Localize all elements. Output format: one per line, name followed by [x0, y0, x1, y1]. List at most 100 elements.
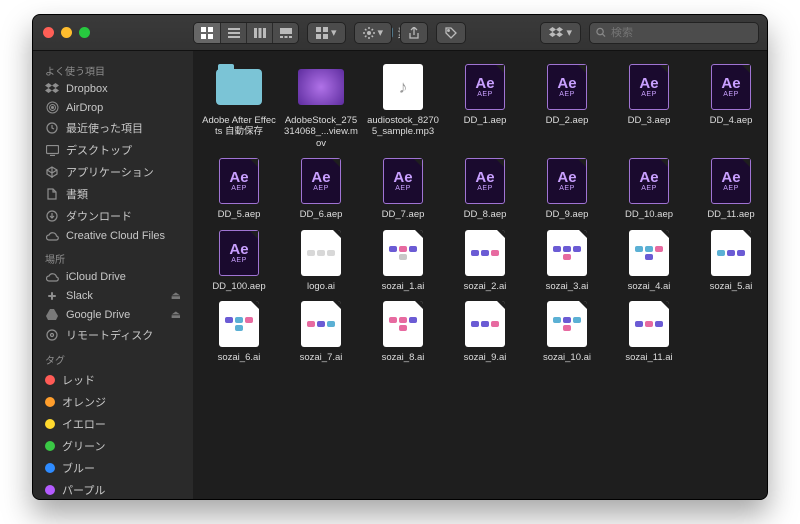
file-item[interactable]: logo.ai	[281, 227, 361, 294]
file-item[interactable]: sozai_7.ai	[281, 298, 361, 365]
file-item[interactable]: sozai_10.ai	[527, 298, 607, 365]
cc-icon	[45, 231, 59, 241]
file-item[interactable]: sozai_1.ai	[363, 227, 443, 294]
sidebar-item-label: Creative Cloud Files	[66, 230, 165, 242]
action-button[interactable]: ▾	[354, 22, 393, 44]
file-item[interactable]: AeAEPDD_5.aep	[199, 155, 279, 222]
group-by-button[interactable]: ▾	[307, 22, 346, 44]
file-item[interactable]: sozai_3.ai	[527, 227, 607, 294]
file-name: sozai_1.ai	[365, 281, 441, 292]
titlebar[interactable]: 素材 ▾ ▾ ▾	[33, 15, 767, 51]
file-item[interactable]: AeAEPDD_8.aep	[445, 155, 525, 222]
tag-item[interactable]: オレンジ	[33, 391, 193, 413]
ai-file-icon	[383, 301, 423, 347]
sidebar-item-label: リモートディスク	[66, 327, 153, 343]
file-name: DD_7.aep	[365, 209, 441, 220]
share-button[interactable]	[400, 22, 428, 44]
file-item[interactable]: AeAEPDD_7.aep	[363, 155, 443, 222]
eject-icon[interactable]: ⏏	[171, 308, 181, 321]
sidebar-item-label: ダウンロード	[66, 208, 132, 224]
file-item[interactable]: sozai_2.ai	[445, 227, 525, 294]
file-browser[interactable]: Adobe After Effects 自動保存AdobeStock_27531…	[193, 51, 767, 499]
ai-file-icon	[301, 230, 341, 276]
file-item[interactable]: AdobeStock_275314068_...view.mov	[281, 61, 361, 151]
aep-file-icon: AeAEP	[629, 64, 669, 110]
gdrive-icon	[45, 309, 59, 320]
aep-file-icon: AeAEP	[301, 158, 341, 204]
file-item[interactable]: sozai_4.ai	[609, 227, 689, 294]
tag-label: レッド	[62, 372, 95, 388]
sidebar-item[interactable]: アプリケーション	[33, 161, 193, 183]
file-item[interactable]: Adobe After Effects 自動保存	[199, 61, 279, 151]
tag-item[interactable]: レッド	[33, 369, 193, 391]
tag-color-icon	[45, 441, 55, 451]
icon-view-button[interactable]	[194, 23, 220, 43]
sidebar-item[interactable]: デスクトップ	[33, 139, 193, 161]
file-item[interactable]: AeAEP DD_6.aep	[281, 155, 361, 222]
aep-file-icon: AeAEP	[465, 158, 505, 204]
tag-item[interactable]: イエロー	[33, 413, 193, 435]
tag-label: イエロー	[62, 416, 106, 432]
sidebar-item[interactable]: リモートディスク	[33, 324, 193, 346]
sidebar-item[interactable]: iCloud Drive	[33, 268, 193, 286]
file-item[interactable]: AeAEPDD_1.aep	[445, 61, 525, 151]
tags-button[interactable]	[436, 22, 466, 44]
dropbox-button[interactable]: ▾	[540, 22, 581, 44]
file-item[interactable]: AeAEPDD_4.aep	[691, 61, 767, 151]
sidebar-item-label: iCloud Drive	[66, 271, 126, 283]
sidebar-item[interactable]: 書類	[33, 183, 193, 205]
search-input[interactable]	[611, 27, 752, 39]
search-field[interactable]	[589, 22, 759, 44]
eject-icon[interactable]: ⏏	[171, 289, 181, 302]
maximize-button[interactable]	[79, 27, 90, 38]
sidebar-item-label: Slack	[66, 290, 93, 302]
sidebar-item[interactable]: Google Drive ⏏	[33, 305, 193, 324]
ai-file-icon	[629, 301, 669, 347]
gallery-view-button[interactable]	[272, 23, 298, 43]
sidebar-item[interactable]: AirDrop	[33, 98, 193, 117]
tag-item[interactable]: パープル	[33, 479, 193, 499]
column-view-button[interactable]	[246, 23, 272, 43]
sidebar-item[interactable]: Creative Cloud Files	[33, 227, 193, 245]
tag-item[interactable]: ブルー	[33, 457, 193, 479]
tag-item[interactable]: グリーン	[33, 435, 193, 457]
ai-file-icon	[547, 301, 587, 347]
sidebar-item-label: 最近使った項目	[66, 120, 143, 136]
file-name: DD_6.aep	[283, 209, 359, 220]
tag-color-icon	[45, 375, 55, 385]
clock-icon	[45, 122, 59, 134]
file-item[interactable]: sozai_5.ai	[691, 227, 767, 294]
cloud-icon	[45, 272, 59, 282]
ai-file-icon	[711, 230, 751, 276]
file-item[interactable]: AeAEPDD_11.aep	[691, 155, 767, 222]
file-item[interactable]: AeAEPDD_2.aep	[527, 61, 607, 151]
disc-icon	[45, 329, 59, 341]
sidebar-item[interactable]: Dropbox	[33, 80, 193, 98]
sidebar-item[interactable]: Slack ⏏	[33, 286, 193, 305]
file-item[interactable]: sozai_9.ai	[445, 298, 525, 365]
tag-label: グリーン	[62, 438, 105, 454]
slack-icon	[45, 290, 59, 302]
file-name: sozai_7.ai	[283, 352, 359, 363]
sidebar[interactable]: よく使う項目DropboxAirDrop最近使った項目デスクトップアプリケーショ…	[33, 51, 193, 499]
sidebar-item-label: デスクトップ	[66, 142, 132, 158]
file-item[interactable]: sozai_6.ai	[199, 298, 279, 365]
file-name: DD_10.aep	[611, 209, 687, 220]
file-item[interactable]: AeAEPDD_9.aep	[527, 155, 607, 222]
file-item[interactable]: sozai_11.ai	[609, 298, 689, 365]
file-name: sozai_11.ai	[611, 352, 687, 363]
file-item[interactable]: sozai_8.ai	[363, 298, 443, 365]
file-name: sozai_8.ai	[365, 352, 441, 363]
sidebar-item[interactable]: 最近使った項目	[33, 117, 193, 139]
close-button[interactable]	[43, 27, 54, 38]
sidebar-item-label: Google Drive	[66, 309, 130, 321]
docs-icon	[45, 188, 59, 200]
aep-file-icon: AeAEP	[465, 64, 505, 110]
list-view-button[interactable]	[220, 23, 246, 43]
sidebar-item[interactable]: ダウンロード	[33, 205, 193, 227]
file-item[interactable]: ♪audiostock_82705_sample.mp3	[363, 61, 443, 151]
file-item[interactable]: AeAEPDD_3.aep	[609, 61, 689, 151]
file-item[interactable]: AeAEPDD_10.aep	[609, 155, 689, 222]
file-item[interactable]: AeAEPDD_100.aep	[199, 227, 279, 294]
minimize-button[interactable]	[61, 27, 72, 38]
